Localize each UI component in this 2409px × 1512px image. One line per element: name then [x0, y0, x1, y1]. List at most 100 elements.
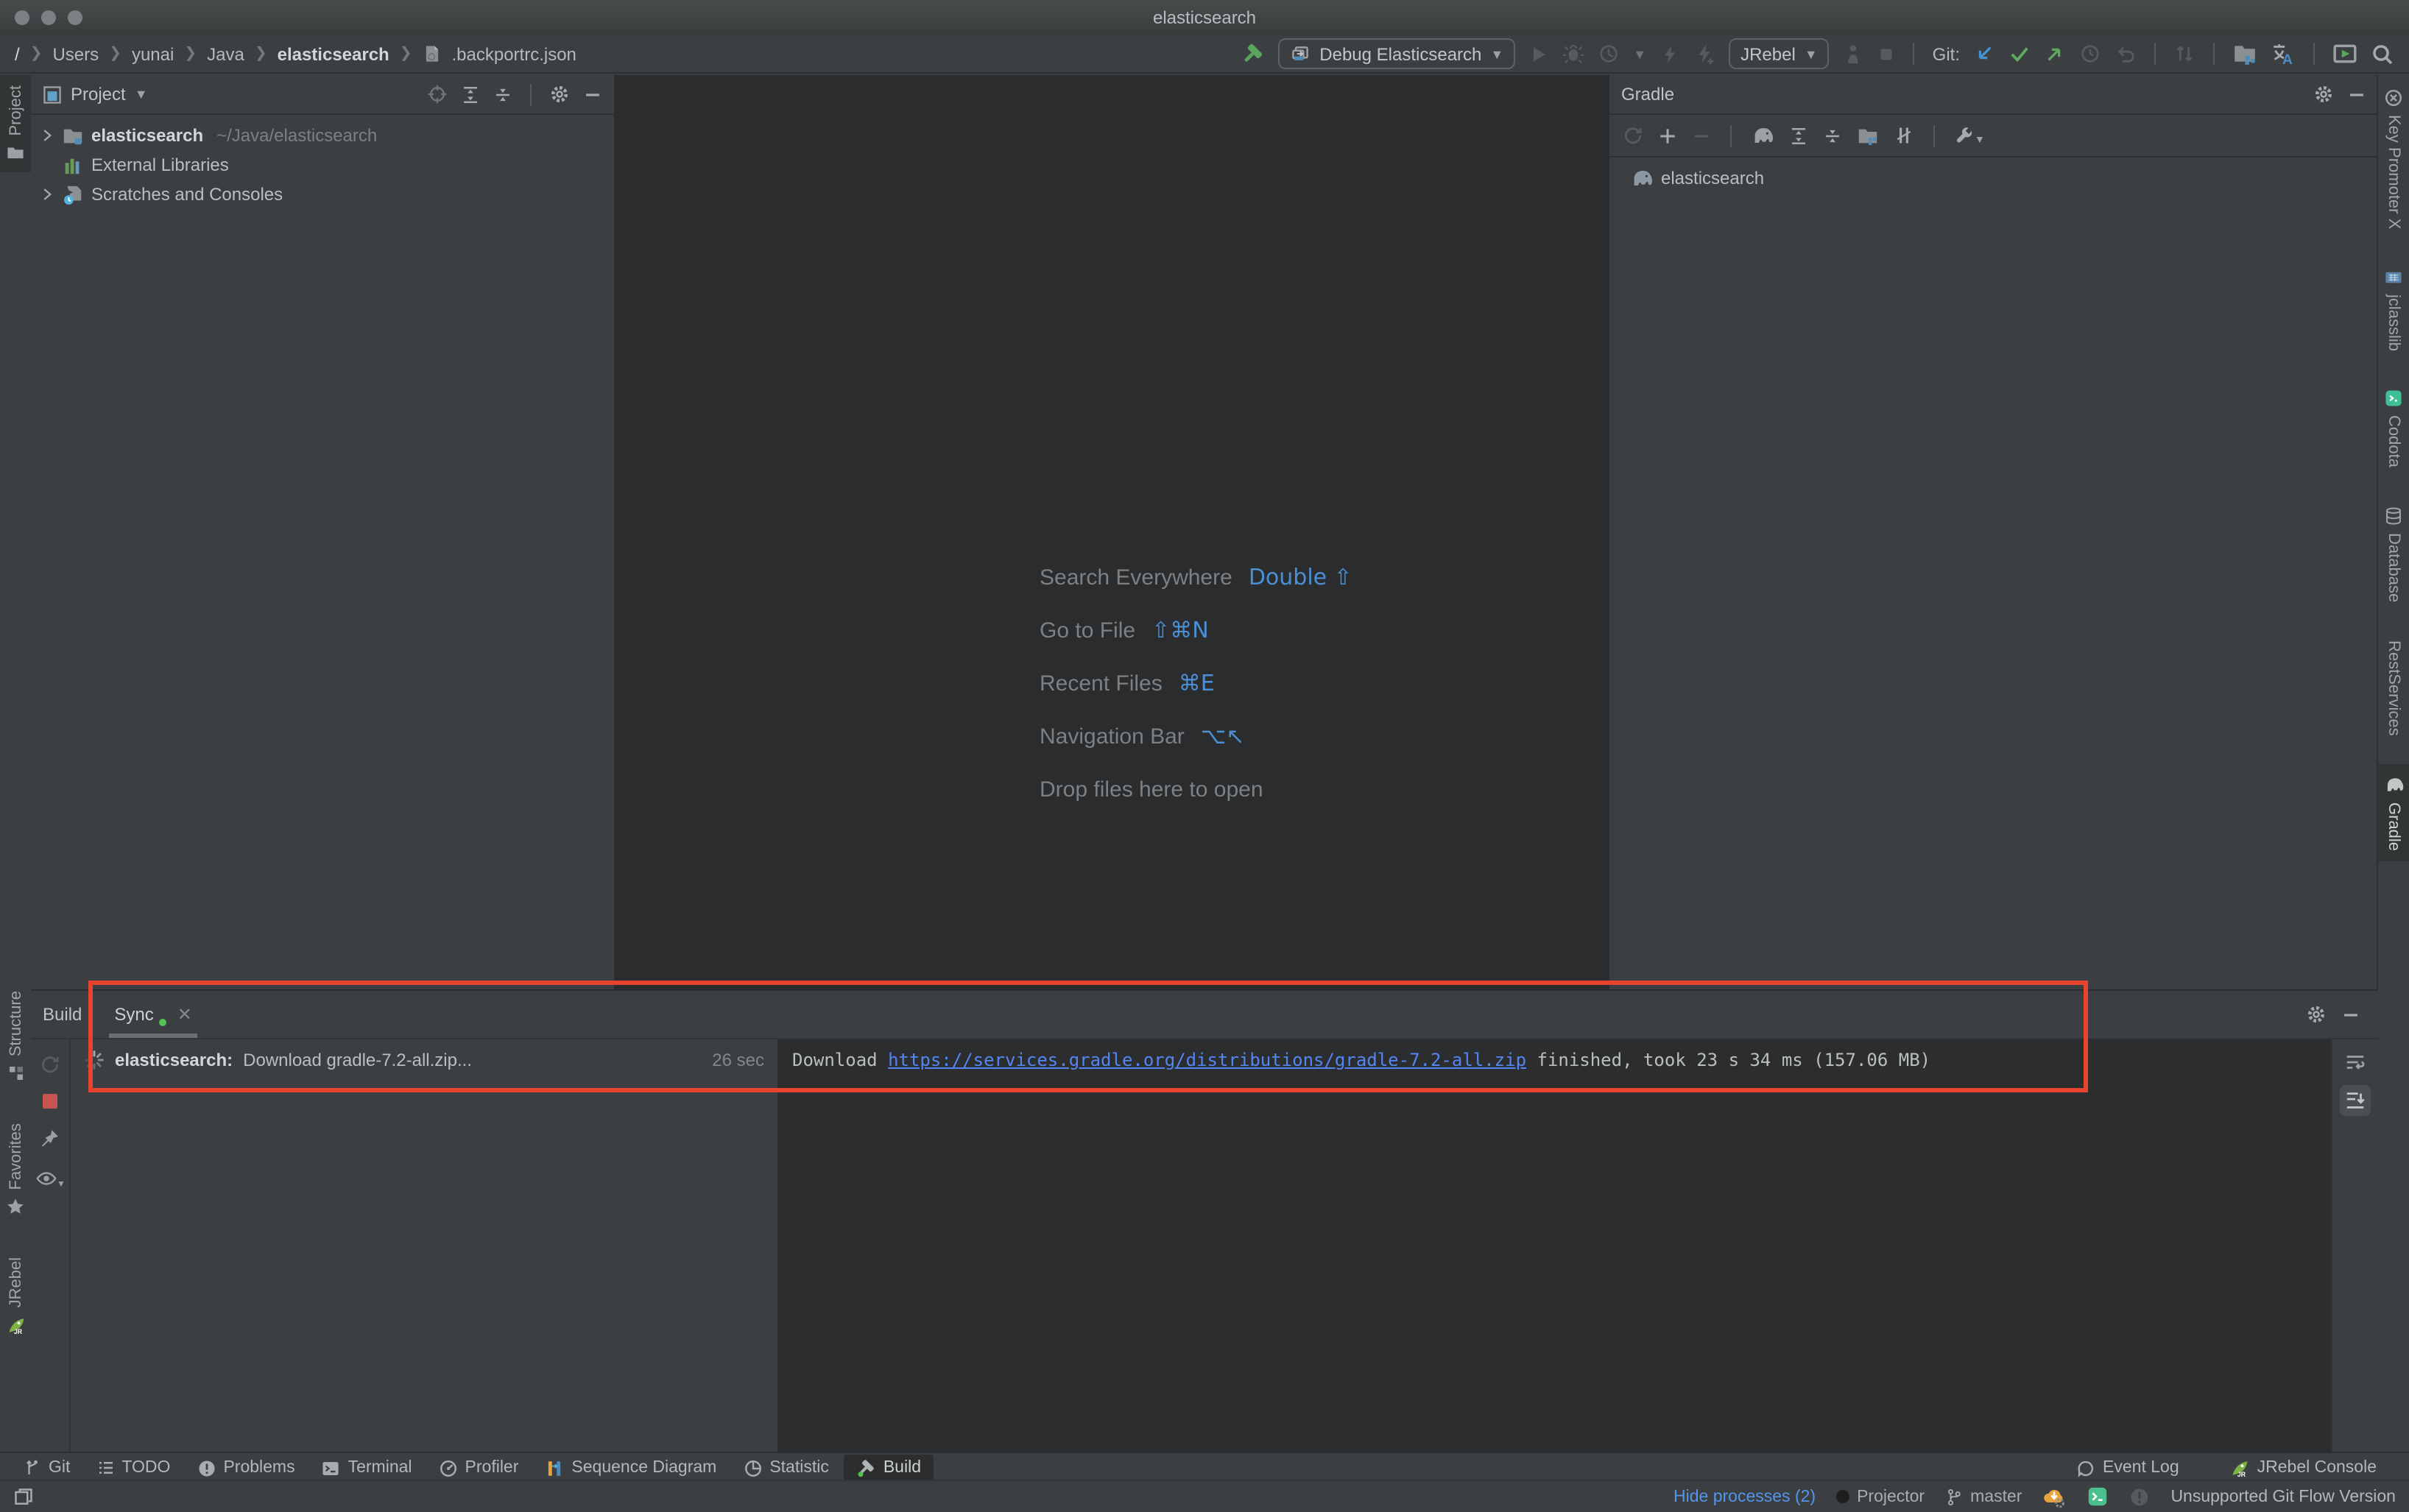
tool-window-button-profiler[interactable]: Profiler [427, 1455, 531, 1480]
hide-processes-link[interactable]: Hide processes (2) [1673, 1488, 1816, 1505]
search-everywhere-icon[interactable] [2371, 42, 2394, 66]
sidebar-item-gradle[interactable]: Gradle [2378, 763, 2409, 861]
toggle-tool-windows-icon[interactable] [13, 1486, 34, 1507]
jrebel-select[interactable]: JRebel ▼ [1729, 38, 1830, 69]
git-branch-widget[interactable]: master [1945, 1488, 2022, 1505]
gradle-settings-folder-button[interactable] [1857, 124, 1879, 146]
gradle-tree-row-elasticsearch[interactable]: elasticsearch [1609, 163, 2378, 193]
update-available-icon[interactable] [2042, 1485, 2066, 1508]
tool-window-button-build[interactable]: Build [843, 1455, 933, 1481]
git-push-button[interactable] [2044, 43, 2066, 65]
coverage-button[interactable] [1598, 43, 1620, 65]
run-anything-button[interactable] [2332, 41, 2357, 66]
breadcrumb-java[interactable]: Java [207, 43, 244, 64]
scroll-to-end-button[interactable] [2340, 1085, 2371, 1117]
build-window-title[interactable]: Build [43, 1004, 82, 1025]
tool-window-button-jrebel-console[interactable]: JR JRebel Console [2218, 1455, 2388, 1481]
tool-window-button-problems[interactable]: Problems [185, 1455, 306, 1480]
build-hammer-icon[interactable] [1240, 41, 1265, 66]
gradle-download-link[interactable]: https://services.gradle.org/distribution… [888, 1050, 1526, 1070]
gear-icon[interactable] [2306, 1004, 2327, 1025]
rollback-button[interactable] [2115, 43, 2137, 65]
maximize-window-button[interactable] [68, 10, 82, 25]
tree-row-external-libraries[interactable]: External Libraries [31, 150, 614, 180]
tree-row-scratches[interactable]: Scratches and Consoles [31, 180, 614, 209]
collapse-all-button[interactable] [493, 85, 512, 104]
scroll-to-end-icon [2346, 1092, 2365, 1109]
sidebar-item-key-promoter-x[interactable]: Key Promoter X [2378, 78, 2409, 239]
attach-project-button[interactable] [1658, 126, 1677, 145]
projector-status[interactable]: Projector [1836, 1488, 1925, 1505]
stop-button[interactable] [1878, 45, 1896, 63]
history-clock-button[interactable] [2079, 43, 2101, 65]
tool-window-button-statistic[interactable]: Statistic [731, 1455, 841, 1480]
sidebar-item-favorites[interactable]: Favorites [0, 1112, 31, 1226]
toggle-offline-mode-button[interactable] [1894, 125, 1914, 146]
rerun-bolt-icon[interactable] [1660, 43, 1680, 64]
debug-button[interactable] [1562, 43, 1584, 65]
tree-node-name: elasticsearch [91, 125, 204, 146]
gradle-elephant-icon[interactable] [1751, 124, 1774, 147]
sidebar-item-database[interactable]: Database [2378, 495, 2409, 612]
jrebel-agent-icon[interactable] [1843, 43, 1865, 65]
breadcrumb-users[interactable]: Users [52, 43, 99, 64]
gear-icon[interactable] [2313, 84, 2334, 105]
project-structure-button[interactable] [2232, 41, 2257, 66]
tool-window-button-event-log[interactable]: Event Log [2064, 1455, 2191, 1480]
minimize-window-button[interactable] [41, 10, 56, 25]
filter-eye-icon[interactable] [35, 1167, 57, 1190]
notification-exclamation-icon[interactable] [2129, 1486, 2150, 1507]
hide-panel-button[interactable] [583, 85, 602, 104]
sidebar-item-jrebel[interactable]: JRebel JR [0, 1247, 31, 1346]
soft-wrap-button[interactable] [2344, 1051, 2366, 1073]
compare-branches-button[interactable] [2173, 43, 2195, 65]
codota-terminal-icon[interactable] [2087, 1485, 2109, 1508]
chevron-right-icon[interactable] [40, 128, 54, 143]
git-commit-button[interactable] [2008, 43, 2031, 65]
expand-all-button[interactable] [461, 85, 480, 104]
breadcrumb-yunai[interactable]: yunai [132, 43, 174, 64]
pin-icon[interactable] [40, 1128, 60, 1148]
breadcrumb-root[interactable]: / [15, 43, 20, 64]
breadcrumb-project[interactable]: elasticsearch [278, 43, 389, 64]
locate-file-button[interactable] [427, 84, 448, 105]
wrench-icon[interactable] [1954, 125, 1975, 146]
chevron-down-icon[interactable]: ▼ [135, 87, 148, 102]
sidebar-item-restservices[interactable]: RestServices [2378, 629, 2409, 746]
tree-row-elasticsearch[interactable]: elasticsearch ~/Java/elasticsearch [31, 121, 614, 150]
sidebar-item-codota[interactable]: Codota [2378, 378, 2409, 478]
build-console[interactable]: Download https://services.gradle.org/dis… [777, 1039, 2331, 1453]
tool-window-button-todo[interactable]: TODO [85, 1456, 182, 1480]
translate-button[interactable]: A [2271, 41, 2296, 66]
tool-window-button-sequence-diagram[interactable]: Sequence Diagram [533, 1455, 728, 1480]
rerun-bolt-plus-icon[interactable] [1693, 43, 1715, 65]
status-bar: Hide processes (2) Projector master Unsu… [0, 1480, 2409, 1512]
sidebar-item-jclasslib[interactable]: jclasslib [2378, 257, 2409, 361]
run-button[interactable] [1528, 43, 1549, 64]
breadcrumb-file[interactable]: .backportrc.json [452, 43, 576, 64]
expand-all-button[interactable] [1789, 126, 1808, 145]
tool-window-label: TODO [121, 1459, 171, 1477]
sidebar-item-project[interactable]: Project [0, 75, 31, 173]
hide-panel-button[interactable] [2341, 1005, 2360, 1024]
chevron-right-icon[interactable] [40, 187, 54, 202]
sidebar-item-structure[interactable]: Structure [0, 981, 31, 1092]
build-task-row[interactable]: elasticsearch: Download gradle-7.2-all.z… [71, 1039, 777, 1081]
collapse-all-button[interactable] [1823, 126, 1842, 145]
tool-window-button-git[interactable]: Git [12, 1456, 82, 1480]
git-update-button[interactable] [1973, 43, 1995, 65]
chevron-down-icon[interactable]: ▼ [1633, 46, 1646, 61]
run-configuration-select[interactable]: Debug Elasticsearch ▼ [1278, 38, 1516, 69]
tab-sync[interactable]: Sync ✕ [105, 991, 201, 1038]
project-panel-title[interactable]: Project [71, 84, 126, 105]
gear-icon[interactable] [549, 84, 570, 105]
build-tool-window: Build Sync ✕ ▼ elasticsearch: Download g… [31, 989, 2378, 1453]
refresh-gradle-button[interactable] [1623, 125, 1643, 146]
close-icon[interactable]: ✕ [177, 1004, 192, 1025]
close-window-button[interactable] [15, 10, 29, 25]
tool-window-button-terminal[interactable]: Terminal [310, 1455, 424, 1480]
detach-project-button[interactable] [1692, 126, 1711, 145]
stop-build-button[interactable] [43, 1094, 57, 1109]
hide-panel-button[interactable] [2347, 85, 2366, 104]
refresh-build-button[interactable] [40, 1054, 60, 1075]
